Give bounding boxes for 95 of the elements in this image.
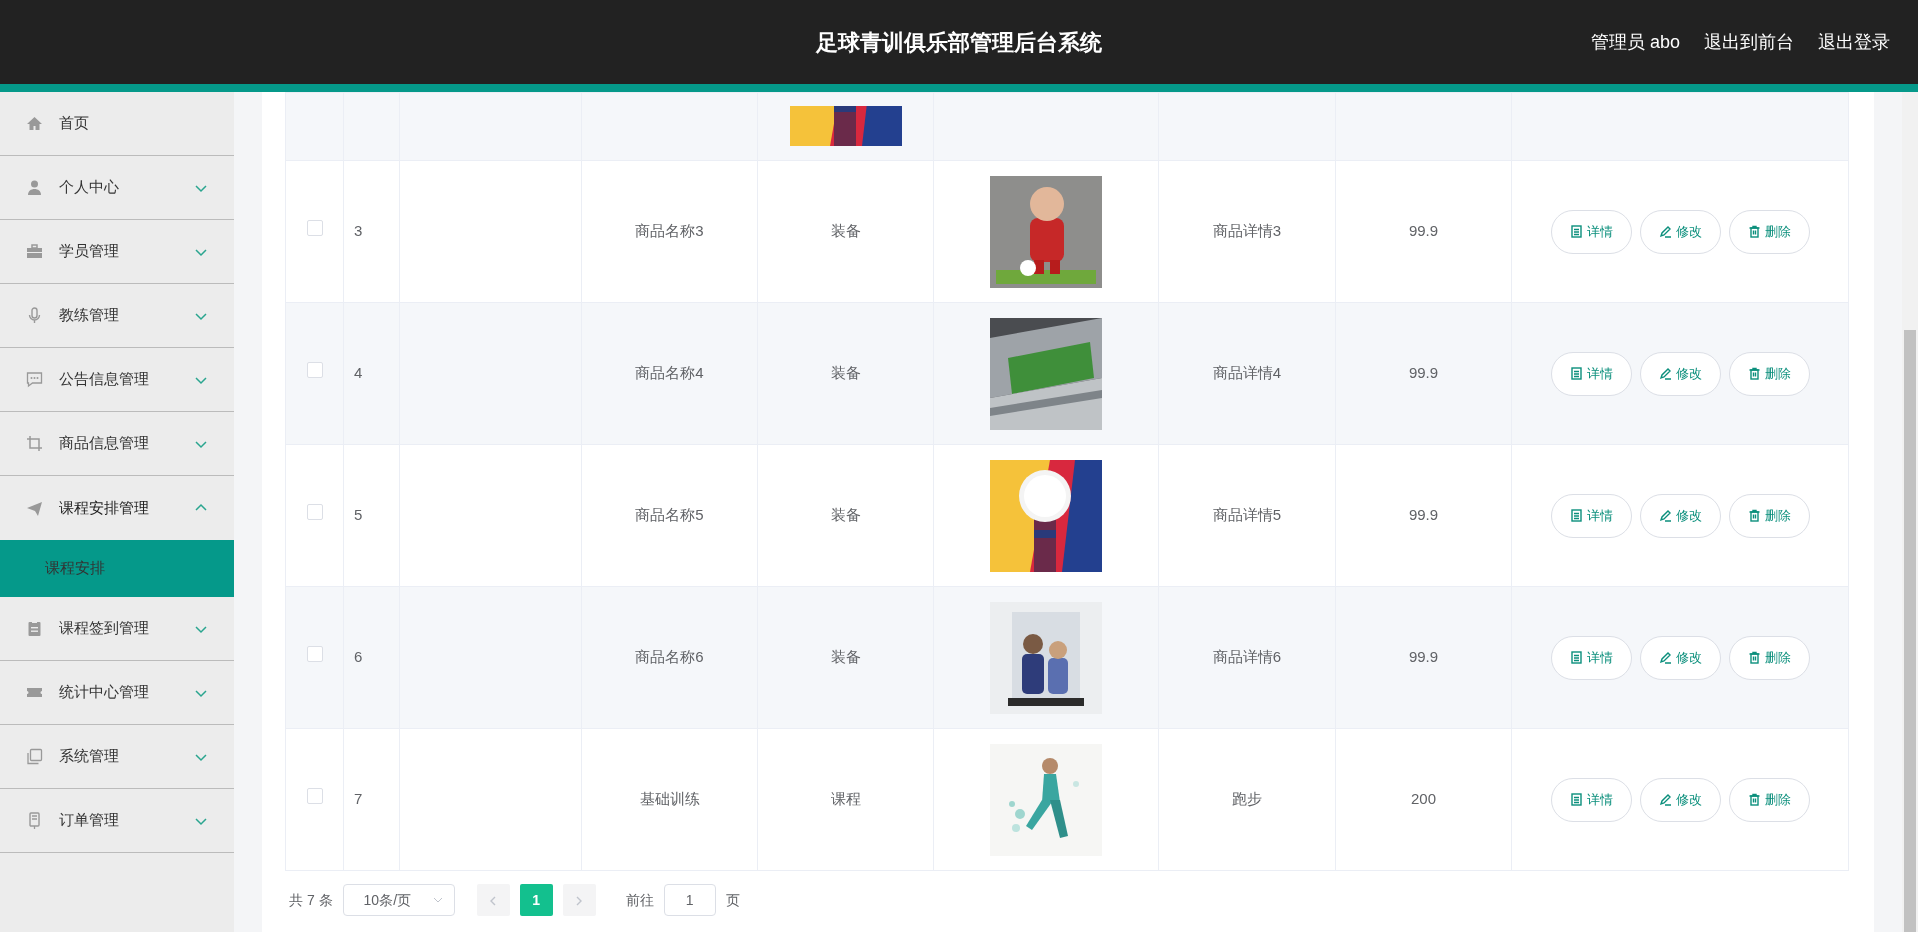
header-link[interactable]: 退出登录 xyxy=(1818,28,1890,56)
header-link[interactable]: 退出到前台 xyxy=(1704,28,1794,56)
edit-button[interactable]: 修改 xyxy=(1639,777,1721,822)
pencil-icon xyxy=(1658,225,1672,238)
copy-icon xyxy=(26,748,43,765)
edit-button[interactable]: 修改 xyxy=(1639,351,1721,396)
briefcase-icon xyxy=(26,243,43,260)
table-cell: 装备 xyxy=(830,648,861,666)
table-cell: 200 xyxy=(1411,790,1436,808)
pencil-icon xyxy=(1658,793,1672,806)
page-button[interactable]: 1 xyxy=(519,884,553,916)
detail-button[interactable]: 详情 xyxy=(1550,493,1632,538)
phone-icon xyxy=(26,812,43,829)
sidebar-item[interactable]: 商品信息管理 xyxy=(0,412,234,476)
goto-label: 前往 xyxy=(625,890,654,910)
sidebar-item[interactable]: 系统管理 xyxy=(0,725,234,789)
total-count: 共 7 条 xyxy=(289,890,333,910)
table-cell: 商品名称4 xyxy=(635,364,704,382)
delete-button[interactable]: 删除 xyxy=(1728,351,1810,396)
table-cell: 课程 xyxy=(830,790,861,808)
edit-button[interactable]: 修改 xyxy=(1639,635,1721,680)
trash-icon xyxy=(1747,367,1761,380)
sidebar-item[interactable]: 首页 xyxy=(0,92,234,156)
checkbox[interactable] xyxy=(306,504,323,521)
sidebar-item[interactable]: 课程签到管理 xyxy=(0,597,234,661)
table-cell: 装备 xyxy=(830,222,861,240)
table-cell: 基础训练 xyxy=(639,790,700,808)
delete-button[interactable]: 删除 xyxy=(1728,777,1810,822)
table-cell: 99.9 xyxy=(1408,648,1439,666)
checkbox[interactable] xyxy=(306,362,323,379)
page-size-select[interactable]: 10条/页 xyxy=(342,884,455,916)
delete-button[interactable]: 删除 xyxy=(1728,635,1810,680)
sidebar-item[interactable]: 学员管理 xyxy=(0,220,234,284)
home-icon xyxy=(26,115,43,132)
header-link[interactable]: 管理员 abo xyxy=(1590,28,1680,56)
document-icon xyxy=(1569,651,1583,664)
table-cell: 99.9 xyxy=(1408,506,1439,524)
table-cell: 99.9 xyxy=(1408,222,1439,240)
pencil-icon xyxy=(1658,509,1672,522)
table-cell: 商品名称5 xyxy=(635,506,704,524)
sidebar-item[interactable]: 个人中心 xyxy=(0,156,234,220)
table-cell: 99.9 xyxy=(1408,364,1439,382)
table-cell: 跑步 xyxy=(1232,790,1262,808)
table-cell: 7 xyxy=(354,790,363,808)
table-cell: 装备 xyxy=(830,506,861,524)
detail-button[interactable]: 详情 xyxy=(1550,777,1632,822)
delete-button[interactable]: 删除 xyxy=(1728,209,1810,254)
app-title: 足球青训俱乐部管理后台系统 xyxy=(816,28,1102,57)
scrollbar[interactable] xyxy=(1902,92,1918,932)
table-cell: 商品名称3 xyxy=(635,222,704,240)
goto-suffix: 页 xyxy=(725,890,740,910)
table-cell: 商品名称6 xyxy=(635,648,704,666)
trash-icon xyxy=(1747,651,1761,664)
edit-button[interactable]: 修改 xyxy=(1639,209,1721,254)
table-cell: 6 xyxy=(354,648,363,666)
trash-icon xyxy=(1747,225,1761,238)
previous-page-button[interactable] xyxy=(476,884,510,916)
chat-icon xyxy=(26,371,43,388)
document-icon xyxy=(1569,509,1583,522)
document-icon xyxy=(1569,367,1583,380)
pencil-icon xyxy=(1658,651,1672,664)
sidebar-item[interactable]: 公告信息管理 xyxy=(0,348,234,412)
clipboard-icon xyxy=(26,620,43,637)
sidebar-subitem[interactable]: 课程安排 xyxy=(0,540,234,597)
detail-button[interactable]: 详情 xyxy=(1550,635,1632,680)
document-icon xyxy=(1569,793,1583,806)
trash-icon xyxy=(1747,509,1761,522)
table-cell: 商品详情6 xyxy=(1212,648,1282,666)
table-cell: 商品详情3 xyxy=(1212,222,1282,240)
sidebar-item[interactable]: 订单管理 xyxy=(0,789,234,853)
person-icon xyxy=(26,179,43,196)
document-icon xyxy=(1569,225,1583,238)
edit-button[interactable]: 修改 xyxy=(1639,493,1721,538)
table-cell: 4 xyxy=(354,364,363,382)
page-input[interactable]: 1 xyxy=(663,884,716,916)
sidebar-item[interactable]: 课程安排管理 xyxy=(0,476,234,540)
table-cell: 装备 xyxy=(830,364,861,382)
checkbox[interactable] xyxy=(306,788,323,805)
microphone-icon xyxy=(26,307,43,324)
sidebar-item[interactable]: 教练管理 xyxy=(0,284,234,348)
delete-button[interactable]: 删除 xyxy=(1728,493,1810,538)
next-page-button[interactable] xyxy=(562,884,596,916)
paper-plane-icon xyxy=(26,499,43,517)
checkbox[interactable] xyxy=(306,220,323,237)
checkbox[interactable] xyxy=(306,646,323,663)
trash-icon xyxy=(1747,793,1761,806)
table-cell: 商品详情5 xyxy=(1212,506,1282,524)
detail-button[interactable]: 详情 xyxy=(1550,351,1632,396)
pencil-icon xyxy=(1658,367,1672,380)
crop-icon xyxy=(26,435,43,452)
table-cell: 3 xyxy=(354,222,363,240)
table-cell: 5 xyxy=(354,506,363,524)
sidebar-item[interactable]: 统计中心管理 xyxy=(0,661,234,725)
table-cell: 商品详情4 xyxy=(1212,364,1282,382)
detail-button[interactable]: 详情 xyxy=(1550,209,1632,254)
